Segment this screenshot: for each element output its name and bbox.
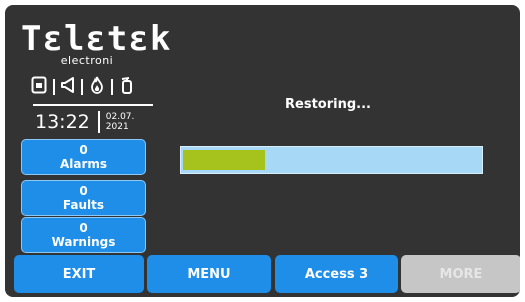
access-level-label: Access 3 <box>304 266 369 282</box>
power-supply-icon <box>31 76 47 98</box>
logo-brand: Tεlεtεk <box>21 19 172 59</box>
more-button: MORE <box>401 255 520 293</box>
alarms-label: Alarms <box>59 157 108 171</box>
warnings-button[interactable]: 0 Warnings <box>21 217 146 253</box>
teletek-logo: Tεlεtεk electroni <box>21 19 172 67</box>
icon-separator <box>111 79 113 95</box>
clock-date-day-month: 02.07. <box>105 112 135 122</box>
alarms-button[interactable]: 0 Alarms <box>21 139 146 175</box>
fire-icon <box>89 76 105 98</box>
access-level-button[interactable]: Access 3 <box>275 255 398 293</box>
faults-label: Faults <box>62 198 105 212</box>
progress-bar <box>180 146 483 174</box>
warnings-label: Warnings <box>51 235 116 249</box>
exit-button[interactable]: EXIT <box>14 255 144 293</box>
faults-count: 0 <box>79 184 88 198</box>
panel-screen: Tεlεtεk electroni 13:22 02.07. 2021 0 Al… <box>5 5 520 297</box>
progress-fill <box>183 150 266 170</box>
clock-time: 13:22 <box>35 111 90 133</box>
faults-button[interactable]: 0 Faults <box>21 180 146 216</box>
divider <box>33 104 153 106</box>
clock-date: 02.07. 2021 <box>106 112 135 132</box>
more-button-label: MORE <box>439 266 483 282</box>
warnings-count: 0 <box>79 221 88 235</box>
restoring-status: Restoring... <box>285 97 371 112</box>
clock-date-year: 2021 <box>105 122 129 132</box>
extinguisher-icon <box>119 76 135 98</box>
exit-button-label: EXIT <box>62 266 96 282</box>
clock-separator <box>97 111 100 133</box>
icon-separator <box>81 79 83 95</box>
alarms-count: 0 <box>79 143 88 157</box>
clock: 13:22 02.07. 2021 <box>35 110 134 134</box>
icon-separator <box>53 79 55 95</box>
siren-icon <box>61 76 75 98</box>
menu-button[interactable]: MENU <box>147 255 271 293</box>
status-icon-bar <box>31 76 135 98</box>
menu-button-label: MENU <box>187 266 231 282</box>
